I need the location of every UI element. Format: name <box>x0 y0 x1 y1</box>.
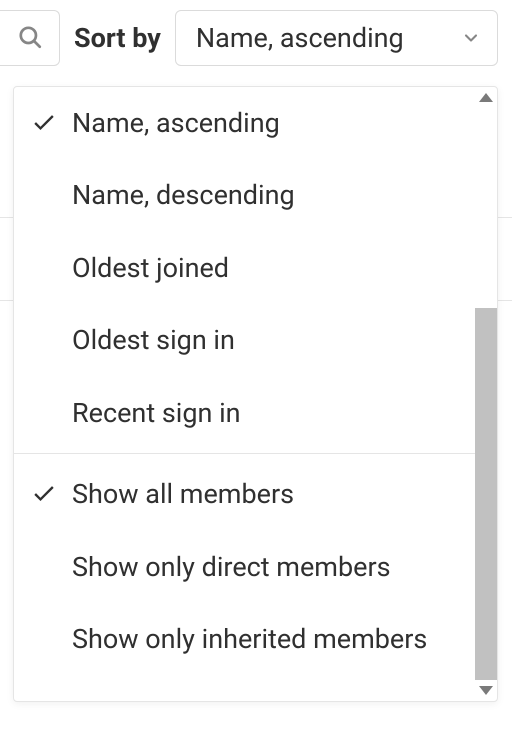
check-icon <box>28 109 72 137</box>
sort-select[interactable]: Name, ascending <box>175 10 498 66</box>
sort-option-oldest-sign-in[interactable]: Oldest sign in <box>14 304 475 376</box>
dropdown-divider <box>14 453 475 454</box>
sort-option-oldest-joined[interactable]: Oldest joined <box>14 232 475 304</box>
sort-selected-value: Name, ascending <box>196 22 404 54</box>
scroll-track[interactable] <box>475 108 497 680</box>
scroll-thumb[interactable] <box>475 308 497 680</box>
scroll-up-icon[interactable] <box>479 93 493 102</box>
option-label: Show only direct members <box>72 549 465 585</box>
filter-option-direct-members[interactable]: Show only direct members <box>14 531 475 603</box>
sort-option-name-ascending[interactable]: Name, ascending <box>14 87 475 159</box>
option-label: Show all members <box>72 476 465 512</box>
check-icon <box>28 480 72 508</box>
search-icon <box>17 24 43 53</box>
option-label: Name, descending <box>72 177 465 213</box>
sort-dropdown: Name, ascending Name, descending Oldest … <box>13 86 498 702</box>
sort-option-name-descending[interactable]: Name, descending <box>14 159 475 231</box>
option-label: Oldest sign in <box>72 322 465 358</box>
sort-by-label: Sort by <box>74 22 161 54</box>
chevron-down-icon <box>461 28 481 48</box>
search-button[interactable] <box>0 10 60 66</box>
filter-option-inherited-members[interactable]: Show only inherited members <box>14 603 475 675</box>
sort-option-recent-sign-in[interactable]: Recent sign in <box>14 377 475 449</box>
option-label: Recent sign in <box>72 395 465 431</box>
scroll-down-icon[interactable] <box>479 686 493 695</box>
scrollbar[interactable] <box>475 87 497 701</box>
option-label: Name, ascending <box>72 105 465 141</box>
option-label: Show only inherited members <box>72 621 465 657</box>
option-label: Oldest joined <box>72 250 465 286</box>
top-bar: Sort by Name, ascending <box>0 0 512 74</box>
filter-option-all-members[interactable]: Show all members <box>14 458 475 530</box>
